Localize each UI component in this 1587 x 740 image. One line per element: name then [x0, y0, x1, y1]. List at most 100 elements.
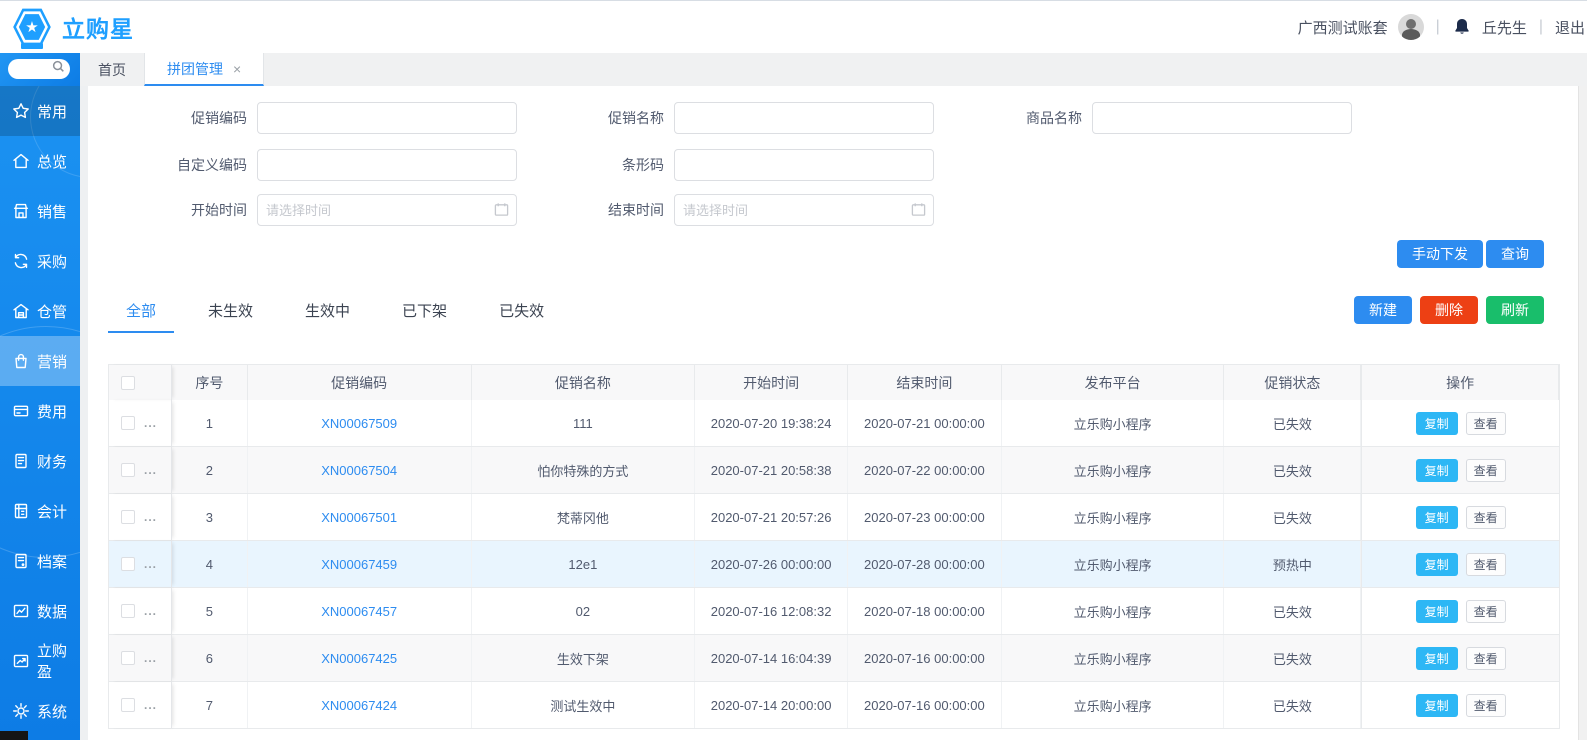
promo-code-link[interactable]: XN00067509: [321, 416, 397, 431]
search-icon: [52, 60, 65, 78]
page-tab[interactable]: 首页 ×: [80, 53, 144, 86]
status-tab[interactable]: 生效中: [287, 292, 368, 333]
row-checkbox[interactable]: [121, 604, 135, 618]
row-checkbox[interactable]: [121, 463, 135, 477]
logout-button[interactable]: 退出: [1555, 17, 1585, 38]
refresh-button[interactable]: 刷新: [1486, 296, 1544, 324]
view-button[interactable]: 查看: [1466, 412, 1506, 435]
cell-end-time: 2020-07-22 00:00:00: [848, 447, 1002, 493]
page-tab[interactable]: 拼团管理 ×: [144, 53, 264, 86]
filter-field: 商品名称: [972, 102, 1352, 134]
table-header-cell: 发布平台: [1002, 365, 1225, 400]
account-name: 广西测试账套: [1298, 17, 1388, 38]
sidebar-item[interactable]: 常用: [0, 86, 80, 136]
cell-promo-code: XN00067501: [248, 494, 472, 540]
search-input[interactable]: [8, 59, 70, 79]
cell-platform: 立乐购小程序: [1002, 400, 1225, 446]
archive-icon: [12, 552, 30, 570]
filter-field-input[interactable]: [1092, 102, 1352, 134]
filter-field-input[interactable]: [674, 102, 934, 134]
view-button[interactable]: 查看: [1466, 694, 1506, 717]
view-button[interactable]: 查看: [1466, 600, 1506, 623]
row-ellipsis: ...: [144, 557, 157, 571]
cell-actions: 复制 查看: [1361, 494, 1559, 540]
view-button[interactable]: 查看: [1466, 459, 1506, 482]
sidebar-item[interactable]: 系统: [0, 686, 80, 736]
promo-code-link[interactable]: XN00067425: [321, 651, 397, 666]
copy-button[interactable]: 复制: [1416, 506, 1458, 529]
user-name[interactable]: 丘先生: [1482, 17, 1527, 38]
sidebar-item[interactable]: 财务: [0, 436, 80, 486]
status-tab[interactable]: 未生效: [190, 292, 271, 333]
customer-service-avatar[interactable]: [1398, 14, 1424, 40]
new-button[interactable]: 新建: [1354, 296, 1412, 324]
filter-field-input[interactable]: [257, 194, 517, 226]
copy-button[interactable]: 复制: [1416, 694, 1458, 717]
promo-code-link[interactable]: XN00067457: [321, 604, 397, 619]
calendar-icon[interactable]: [911, 202, 926, 222]
row-checkbox[interactable]: [121, 651, 135, 665]
copy-button[interactable]: 复制: [1416, 553, 1458, 576]
select-all-checkbox[interactable]: [121, 376, 135, 390]
filter-field-input[interactable]: [257, 102, 517, 134]
table-row: ... 2 XN00067504 怕你特殊的方式 2020-07-21 20:5…: [108, 447, 1560, 494]
status-tab[interactable]: 全部: [108, 292, 174, 333]
cell-promo-name: 梵蒂冈他: [472, 494, 696, 540]
cell-index: 7: [172, 682, 248, 728]
sidebar-item[interactable]: 立购盈: [0, 636, 80, 686]
row-checkbox[interactable]: [121, 510, 135, 524]
calendar-icon[interactable]: [494, 202, 509, 222]
view-button[interactable]: 查看: [1466, 553, 1506, 576]
sidebar-item[interactable]: 销售: [0, 186, 80, 236]
status-tab[interactable]: 已失效: [481, 292, 562, 333]
view-button[interactable]: 查看: [1466, 647, 1506, 670]
promo-code-link[interactable]: XN00067504: [321, 463, 397, 478]
sidebar-item[interactable]: 费用: [0, 386, 80, 436]
promo-code-link[interactable]: XN00067501: [321, 510, 397, 525]
filter-field-input[interactable]: [674, 194, 934, 226]
copy-button[interactable]: 复制: [1416, 412, 1458, 435]
copy-button[interactable]: 复制: [1416, 647, 1458, 670]
bell-icon[interactable]: [1452, 17, 1472, 37]
sidebar-search-block: [0, 53, 80, 86]
copy-button[interactable]: 复制: [1416, 600, 1458, 623]
filter-field-input[interactable]: [674, 149, 934, 181]
promo-code-link[interactable]: XN00067424: [321, 698, 397, 713]
cell-promo-name: 111: [472, 400, 696, 446]
query-button[interactable]: 查询: [1486, 240, 1544, 268]
profit-icon: [12, 652, 30, 670]
filter-field: 促销编码: [137, 102, 517, 134]
sidebar-item[interactable]: 会计: [0, 486, 80, 536]
sidebar-item[interactable]: 营销: [0, 336, 80, 386]
logo-text: 立购星: [62, 10, 134, 44]
sidebar-item[interactable]: 总览: [0, 136, 80, 186]
sidebar-item[interactable]: 数据: [0, 586, 80, 636]
filter-field: 条形码: [554, 149, 934, 181]
row-ellipsis: ...: [144, 463, 157, 477]
copy-button[interactable]: 复制: [1416, 459, 1458, 482]
row-ellipsis: ...: [144, 651, 157, 665]
sidebar-item[interactable]: 档案: [0, 536, 80, 586]
delete-button[interactable]: 删除: [1420, 296, 1478, 324]
cell-index: 4: [172, 541, 248, 587]
view-button[interactable]: 查看: [1466, 506, 1506, 529]
sidebar-item[interactable]: 采购: [0, 236, 80, 286]
close-icon[interactable]: ×: [233, 62, 241, 76]
filter-field-input[interactable]: [257, 149, 517, 181]
promo-code-link[interactable]: XN00067459: [321, 557, 397, 572]
cell-start-time: 2020-07-21 20:57:26: [695, 494, 848, 540]
filter-field: 结束时间: [554, 194, 934, 226]
table-header-row: 序号 促销编码 促销名称 开始时间 结束时间 发布平台 促销状态 操作: [108, 364, 1560, 400]
cell-actions: 复制 查看: [1361, 541, 1559, 587]
sidebar-item[interactable]: 仓管: [0, 286, 80, 336]
filter-field-label: 条形码: [554, 155, 664, 175]
shop-icon: [12, 202, 30, 220]
cell-platform: 立乐购小程序: [1002, 588, 1225, 634]
row-checkbox[interactable]: [121, 698, 135, 712]
row-checkbox[interactable]: [121, 416, 135, 430]
manual-send-button[interactable]: 手动下发: [1397, 240, 1483, 268]
status-tab[interactable]: 已下架: [384, 292, 465, 333]
filter-field: 自定义编码: [137, 149, 517, 181]
row-checkbox[interactable]: [121, 557, 135, 571]
vertical-scrollbar[interactable]: [1578, 86, 1587, 740]
